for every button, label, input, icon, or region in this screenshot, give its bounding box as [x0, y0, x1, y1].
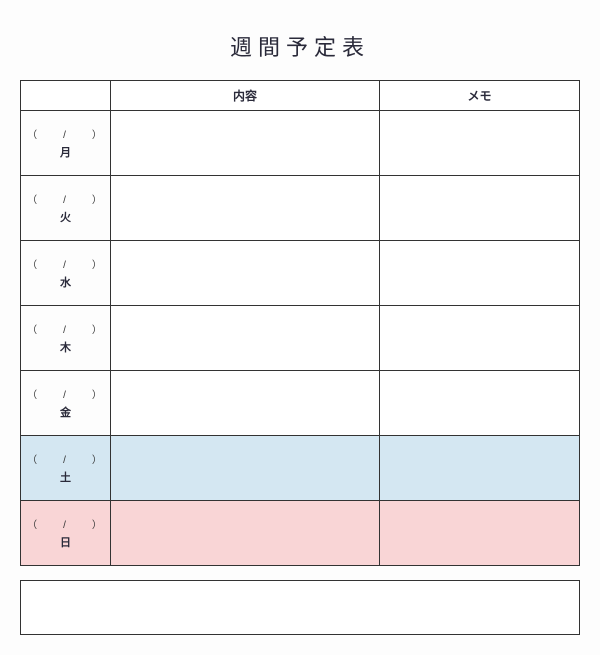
- day-name: 水: [25, 274, 106, 290]
- content-cell[interactable]: [111, 371, 380, 436]
- day-name: 火: [25, 209, 106, 225]
- content-cell[interactable]: [111, 436, 380, 501]
- header-content: 内容: [111, 81, 380, 111]
- day-row: （ / ） 水: [21, 241, 580, 306]
- day-cell: （ / ） 月: [21, 111, 111, 176]
- date-field[interactable]: （ / ）: [25, 451, 106, 466]
- header-memo: メモ: [380, 81, 580, 111]
- memo-cell[interactable]: [380, 306, 580, 371]
- day-row: （ / ） 金: [21, 371, 580, 436]
- content-cell[interactable]: [111, 176, 380, 241]
- day-cell: （ / ） 土: [21, 436, 111, 501]
- content-cell[interactable]: [111, 111, 380, 176]
- day-row: （ / ） 土: [21, 436, 580, 501]
- memo-cell[interactable]: [380, 111, 580, 176]
- day-cell: （ / ） 火: [21, 176, 111, 241]
- page-title: 週間予定表: [20, 30, 580, 62]
- day-cell: （ / ） 木: [21, 306, 111, 371]
- memo-cell[interactable]: [380, 371, 580, 436]
- date-field[interactable]: （ / ）: [25, 516, 106, 531]
- header-row: 内容 メモ: [21, 81, 580, 111]
- day-name: 木: [25, 339, 106, 355]
- day-name: 土: [25, 469, 106, 485]
- content-cell[interactable]: [111, 241, 380, 306]
- day-row: （ / ） 日: [21, 501, 580, 566]
- memo-cell[interactable]: [380, 241, 580, 306]
- day-row: （ / ） 月: [21, 111, 580, 176]
- header-day: [21, 81, 111, 111]
- date-field[interactable]: （ / ）: [25, 256, 106, 271]
- date-field[interactable]: （ / ）: [25, 126, 106, 141]
- day-name: 金: [25, 404, 106, 420]
- date-field[interactable]: （ / ）: [25, 191, 106, 206]
- notes-area[interactable]: [20, 580, 580, 635]
- day-name: 月: [25, 144, 106, 160]
- memo-cell[interactable]: [380, 436, 580, 501]
- date-field[interactable]: （ / ）: [25, 386, 106, 401]
- schedule-body: （ / ）月（ / ）火（ / ）水（ / ）木（ / ）金（ / ）土（ / …: [21, 111, 580, 566]
- memo-cell[interactable]: [380, 176, 580, 241]
- content-cell[interactable]: [111, 306, 380, 371]
- day-cell: （ / ） 日: [21, 501, 111, 566]
- weekly-schedule-table: 内容 メモ （ / ）月（ / ）火（ / ）水（ / ）木（ / ）金（ / …: [20, 80, 580, 566]
- day-cell: （ / ） 金: [21, 371, 111, 436]
- memo-cell[interactable]: [380, 501, 580, 566]
- day-row: （ / ） 木: [21, 306, 580, 371]
- date-field[interactable]: （ / ）: [25, 321, 106, 336]
- content-cell[interactable]: [111, 501, 380, 566]
- day-row: （ / ） 火: [21, 176, 580, 241]
- day-name: 日: [25, 534, 106, 550]
- day-cell: （ / ） 水: [21, 241, 111, 306]
